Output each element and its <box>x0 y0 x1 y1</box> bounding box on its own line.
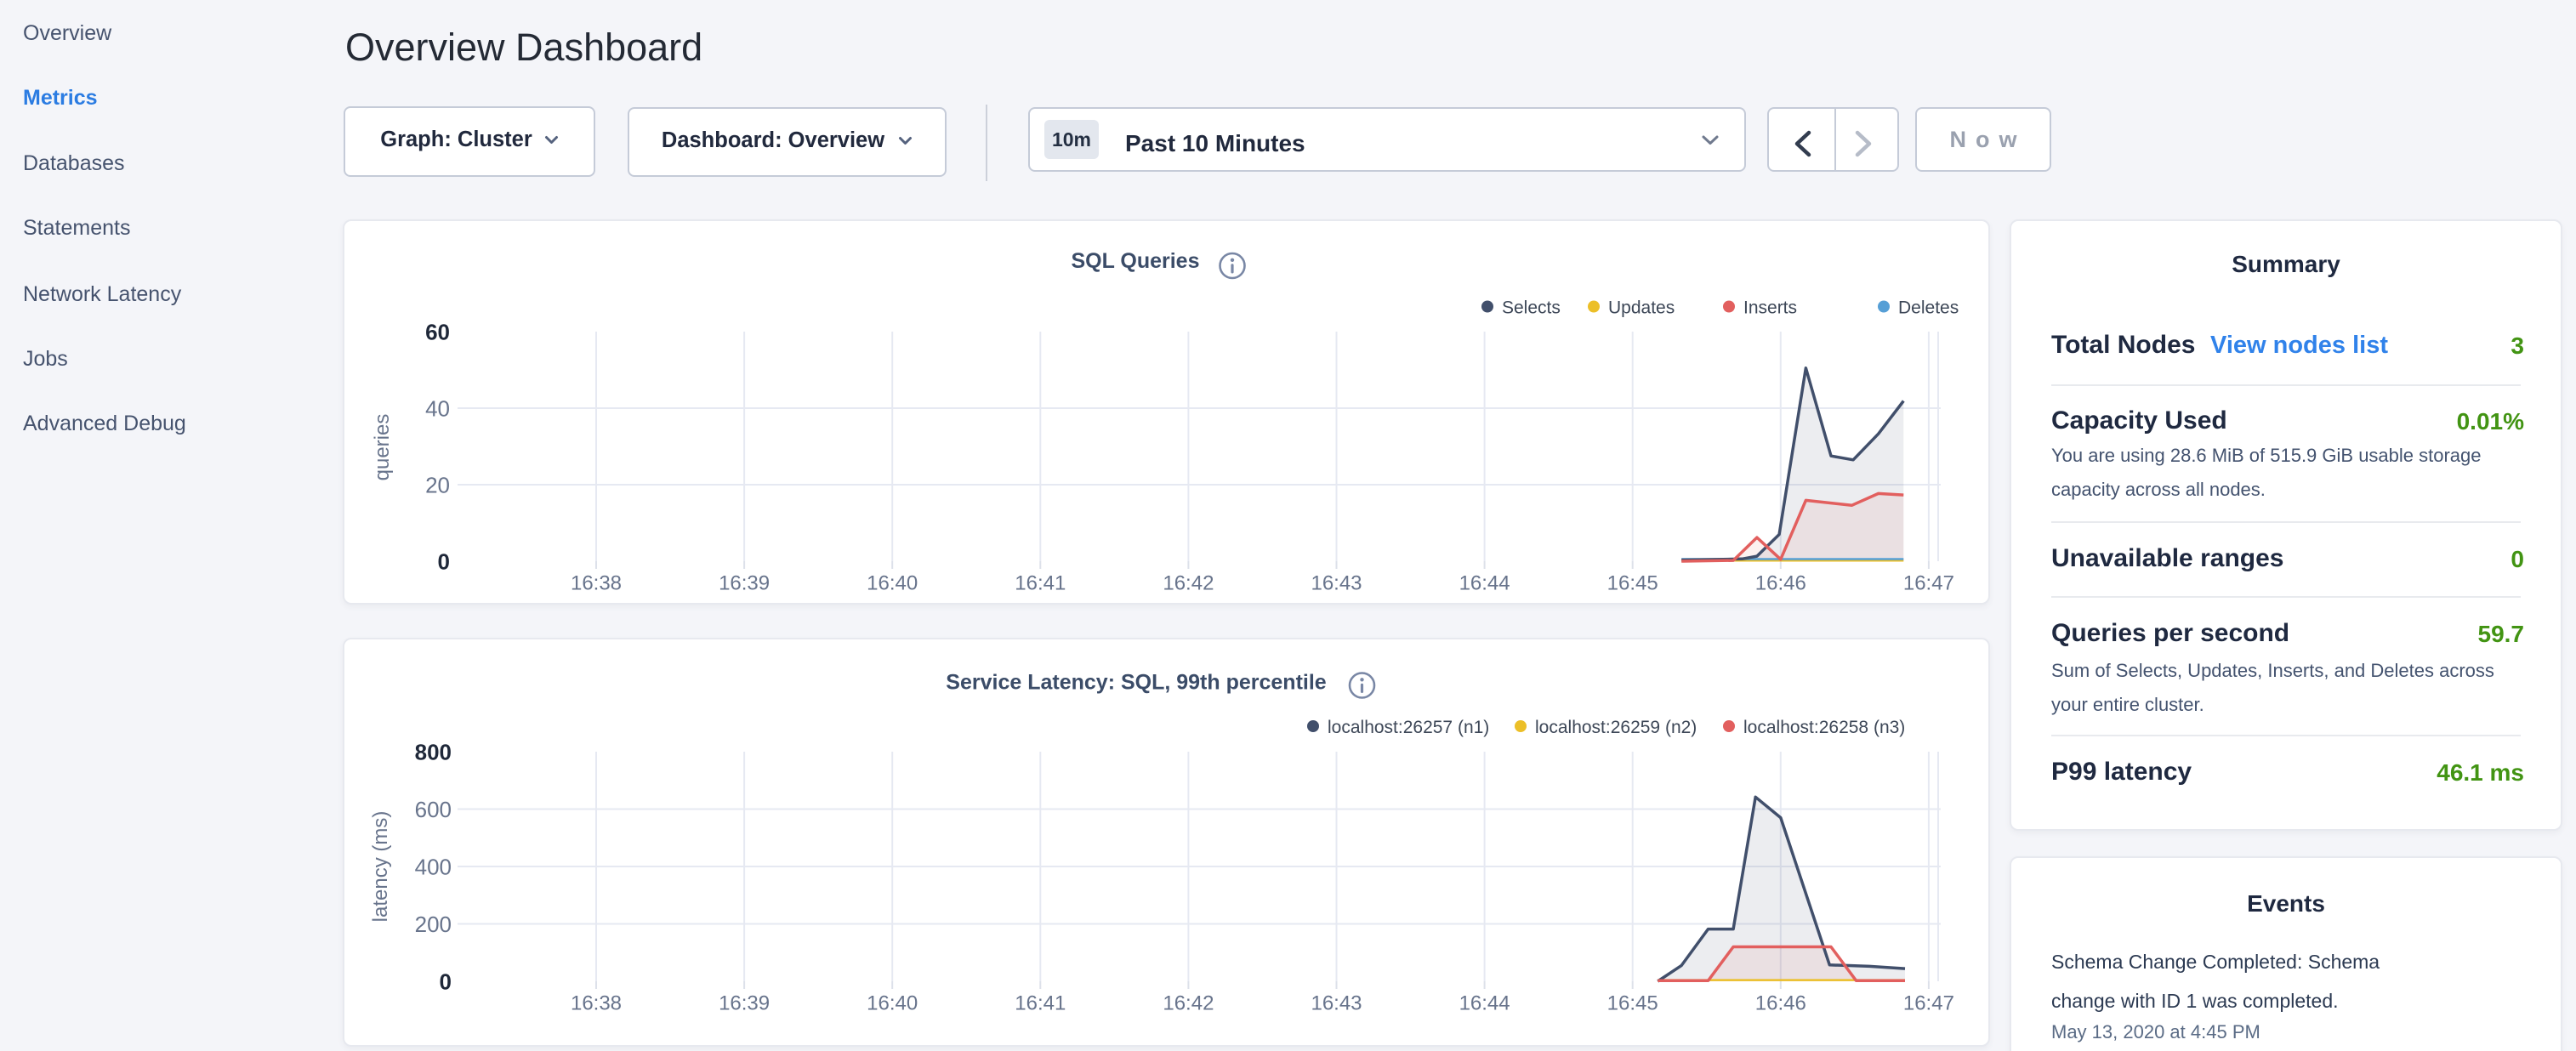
svg-text:16:38: 16:38 <box>571 572 622 595</box>
svg-text:16:42: 16:42 <box>1163 992 1214 1015</box>
svg-text:16:47: 16:47 <box>1903 992 1954 1015</box>
svg-text:localhost:26259 (n2): localhost:26259 (n2) <box>1535 718 1697 737</box>
svg-text:Selects: Selects <box>1502 298 1561 318</box>
svg-text:400: 400 <box>415 855 452 880</box>
svg-text:600: 600 <box>415 797 452 822</box>
svg-text:16:41: 16:41 <box>1015 992 1066 1015</box>
svg-text:16:43: 16:43 <box>1311 992 1362 1015</box>
svg-text:16:39: 16:39 <box>719 992 770 1015</box>
svg-text:20: 20 <box>425 473 450 498</box>
svg-text:latency (ms): latency (ms) <box>369 811 392 923</box>
svg-text:queries: queries <box>371 414 394 481</box>
svg-text:16:46: 16:46 <box>1755 572 1806 595</box>
svg-text:60: 60 <box>425 320 450 345</box>
svg-text:16:45: 16:45 <box>1607 992 1658 1015</box>
svg-text:0: 0 <box>440 969 452 995</box>
svg-text:16:42: 16:42 <box>1163 572 1214 595</box>
svg-text:16:45: 16:45 <box>1607 572 1658 595</box>
svg-text:localhost:26258 (n3): localhost:26258 (n3) <box>1743 718 1905 737</box>
svg-text:Service Latency: SQL, 99th per: Service Latency: SQL, 99th percentile <box>946 671 1326 695</box>
svg-text:16:46: 16:46 <box>1755 992 1806 1015</box>
svg-text:800: 800 <box>415 740 452 765</box>
svg-text:0: 0 <box>438 549 450 575</box>
svg-text:16:44: 16:44 <box>1459 992 1510 1015</box>
svg-text:16:41: 16:41 <box>1015 572 1066 595</box>
svg-text:Updates: Updates <box>1608 298 1675 318</box>
svg-text:16:40: 16:40 <box>867 572 918 595</box>
svg-text:16:44: 16:44 <box>1459 572 1510 595</box>
svg-text:200: 200 <box>415 912 452 937</box>
svg-text:Inserts: Inserts <box>1743 298 1797 318</box>
svg-text:40: 40 <box>425 396 450 422</box>
svg-text:SQL Queries: SQL Queries <box>1072 249 1200 273</box>
svg-text:16:47: 16:47 <box>1903 572 1954 595</box>
svg-text:16:38: 16:38 <box>571 992 622 1015</box>
svg-text:16:39: 16:39 <box>719 572 770 595</box>
svg-text:localhost:26257 (n1): localhost:26257 (n1) <box>1328 718 1489 737</box>
svg-text:16:43: 16:43 <box>1311 572 1362 595</box>
svg-text:Deletes: Deletes <box>1898 298 1959 318</box>
svg-text:16:40: 16:40 <box>867 992 918 1015</box>
